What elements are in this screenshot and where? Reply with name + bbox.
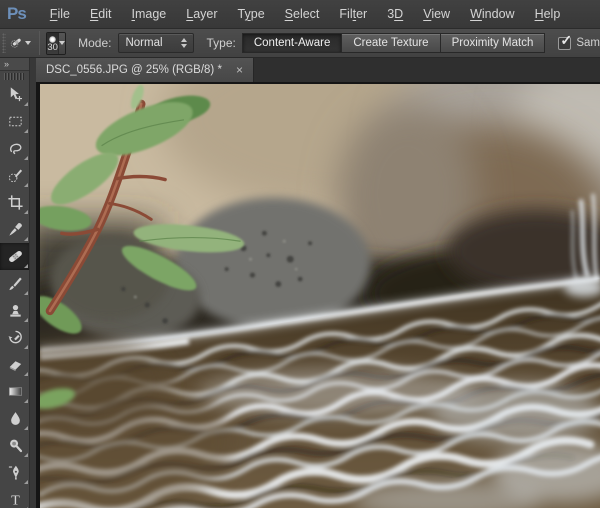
- type-label: Type:: [206, 36, 236, 50]
- menu-select[interactable]: Select: [275, 0, 330, 28]
- checkmark-icon: ✓: [560, 31, 573, 48]
- chevron-down-icon: [59, 41, 66, 45]
- history-brush-icon: [8, 330, 22, 344]
- menu-window[interactable]: Window: [460, 0, 524, 28]
- menu-help[interactable]: Help: [525, 0, 571, 28]
- separator: [39, 31, 41, 55]
- flyout-triangle-icon: [24, 345, 28, 349]
- menu-3d[interactable]: 3D: [377, 0, 413, 28]
- brush-icon: [8, 277, 22, 291]
- flyout-triangle-icon: [24, 237, 28, 241]
- toolbar-grip[interactable]: [4, 73, 25, 80]
- flyout-triangle-icon: [24, 318, 28, 322]
- eyedropper-icon: [8, 222, 22, 236]
- tool-type[interactable]: T: [0, 486, 29, 508]
- flyout-triangle-icon: [24, 156, 28, 160]
- flyout-triangle-icon: [24, 129, 28, 133]
- mode-label: Mode:: [78, 36, 112, 50]
- flyout-triangle-icon: [24, 264, 28, 268]
- tool-gradient[interactable]: [0, 378, 29, 405]
- brush-size-value: 30: [47, 41, 58, 53]
- menu-type[interactable]: Type: [228, 0, 275, 28]
- gradient-icon: [8, 387, 22, 396]
- spot-healing-brush-icon: [10, 39, 21, 48]
- dodge-icon: [9, 439, 22, 453]
- tool-quick-selection[interactable]: [0, 162, 29, 189]
- menu-bar: Ps File Edit Image Layer Type Select Filter 3D V…: [0, 0, 600, 29]
- document-tab-title: DSC_0556.JPG @ 25% (RGB/8) *: [46, 64, 222, 76]
- tool-history-brush[interactable]: [0, 324, 29, 351]
- photoshop-logo: Ps: [7, 4, 27, 23]
- tool-marquee[interactable]: [0, 108, 29, 135]
- tool-dodge[interactable]: [0, 432, 29, 459]
- spot-healing-brush-icon: [8, 250, 22, 263]
- blur-icon: [10, 412, 20, 425]
- tool-move[interactable]: [0, 81, 29, 108]
- marquee-icon: [8, 116, 22, 127]
- brush-size-dropdown-button[interactable]: [58, 32, 66, 54]
- pen-icon: [8, 465, 19, 480]
- brush-preview[interactable]: 30: [47, 32, 59, 54]
- lasso-icon: [9, 143, 21, 155]
- close-icon[interactable]: ×: [236, 64, 243, 76]
- tool-eyedropper[interactable]: [0, 216, 29, 243]
- document-canvas[interactable]: [36, 82, 600, 508]
- menu-filter[interactable]: Filter: [329, 0, 377, 28]
- options-bar: 30 Mode: Normal Type: Content-Aware Creat…: [0, 29, 600, 58]
- photoshop-window: Ps File Edit Image Layer Type Select Filter 3D V…: [0, 0, 600, 508]
- flyout-triangle-icon: [24, 210, 28, 214]
- flyout-triangle-icon: [24, 183, 28, 187]
- menu-view[interactable]: View: [413, 0, 460, 28]
- toolbar: » T: [0, 58, 30, 508]
- sample-all-layers-label: Sam: [576, 37, 600, 49]
- tool-spot-healing-brush[interactable]: [0, 243, 29, 270]
- tool-list: T: [0, 81, 29, 508]
- tool-brush[interactable]: [0, 270, 29, 297]
- quick-selection-icon: [8, 169, 22, 183]
- crop-icon: [7, 195, 23, 210]
- menu-edit[interactable]: Edit: [80, 0, 122, 28]
- svg-text:T: T: [11, 493, 20, 508]
- document-tab-bar: DSC_0556.JPG @ 25% (RGB/8) * ×: [36, 58, 600, 82]
- tool-pen[interactable]: [0, 459, 29, 486]
- mode-dropdown[interactable]: Normal: [118, 33, 195, 53]
- tool-eraser[interactable]: [0, 351, 29, 378]
- flyout-triangle-icon: [24, 426, 28, 430]
- type-option-proximity-match[interactable]: Proximity Match: [439, 33, 546, 53]
- options-bar-grip[interactable]: [2, 33, 6, 53]
- type-option-content-aware[interactable]: Content-Aware: [241, 33, 343, 53]
- flyout-triangle-icon: [24, 480, 28, 484]
- photo-stream-plant: [40, 84, 600, 508]
- type-segmented-control: Content-Aware Create Texture Proximity Mat…: [241, 33, 546, 53]
- menu-layer[interactable]: Layer: [176, 0, 227, 28]
- sample-all-layers-checkbox[interactable]: ✓: [558, 32, 572, 50]
- menu-image[interactable]: Image: [122, 0, 177, 28]
- chevron-down-icon[interactable]: [25, 41, 32, 45]
- tool-lasso[interactable]: [0, 135, 29, 162]
- flyout-triangle-icon: [24, 399, 28, 403]
- mode-value: Normal: [125, 37, 163, 49]
- tool-preset-picker[interactable]: [10, 31, 22, 55]
- tool-blur[interactable]: [0, 405, 29, 432]
- updown-arrows-icon: [181, 38, 188, 48]
- flyout-triangle-icon: [24, 372, 28, 376]
- move-icon: [10, 87, 22, 102]
- menu-items: File Edit Image Layer Type Select Filter 3D View…: [40, 0, 571, 28]
- sample-all-layers-wrap: ✓ Sam: [558, 32, 600, 50]
- clone-stamp-icon: [9, 305, 21, 317]
- tool-clone-stamp[interactable]: [0, 297, 29, 324]
- document-tab[interactable]: DSC_0556.JPG @ 25% (RGB/8) * ×: [36, 58, 254, 82]
- type-icon: T: [11, 493, 20, 508]
- brush-size-picker[interactable]: 30: [46, 31, 67, 55]
- eraser-icon: [9, 361, 21, 372]
- flyout-triangle-icon: [24, 453, 28, 457]
- flyout-triangle-icon: [24, 291, 28, 295]
- type-option-create-texture[interactable]: Create Texture: [341, 33, 441, 53]
- flyout-triangle-icon: [24, 102, 28, 106]
- menu-file[interactable]: File: [40, 0, 80, 28]
- tool-crop[interactable]: [0, 189, 29, 216]
- toolbar-collapse-button[interactable]: »: [0, 58, 29, 71]
